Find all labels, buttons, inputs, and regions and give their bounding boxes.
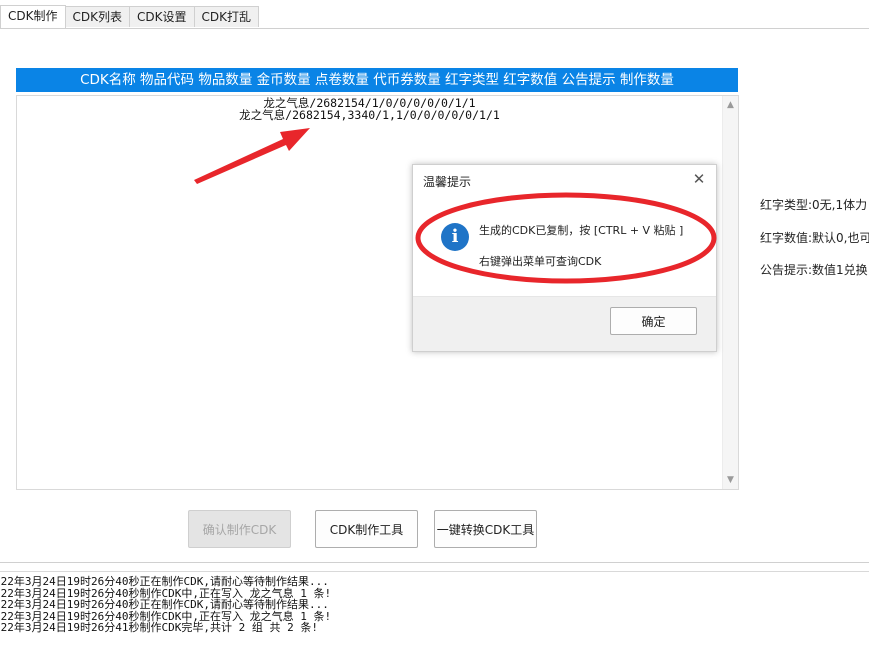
vertical-scrollbar[interactable]: ▲ ▼ (722, 96, 738, 489)
tab-cdk-make[interactable]: CDK制作 (0, 5, 66, 28)
scroll-up-icon[interactable]: ▲ (723, 98, 738, 112)
cdk-make-tool-button[interactable]: CDK制作工具 (315, 510, 418, 548)
log-line: 022年3月24日19时26分40秒正在制作CDK,请耐心等待制作结果... (0, 598, 329, 611)
log-line: 022年3月24日19时26分40秒正在制作CDK,请耐心等待制作结果... (0, 575, 329, 588)
red-arrow-annotation (194, 128, 310, 184)
dialog-footer: 确定 (413, 296, 716, 351)
dialog-message-copied: 生成的CDK已复制，按 [CTRL + V 粘贴 ] (479, 224, 684, 237)
dialog-message-right-click: 右键弹出菜单可查询CDK (479, 255, 602, 268)
log-panel[interactable]: 022年3月24日19时26分40秒正在制作CDK,请耐心等待制作结果... 0… (0, 571, 869, 653)
side-note-announcement: 公告提示:数值1兑换 (760, 263, 868, 277)
side-note-red-value: 红字数值:默认0,也可 (760, 231, 869, 245)
log-line: 022年3月24日19时26分41秒制作CDK完毕,共计 2 组 共 2 条! (0, 621, 318, 634)
tab-cdk-list[interactable]: CDK列表 (64, 6, 130, 27)
dialog-ok-button[interactable]: 确定 (610, 307, 697, 335)
info-dialog: 温馨提示 ✕ i 生成的CDK已复制，按 [CTRL + V 粘贴 ] 右键弹出… (412, 164, 717, 352)
textarea-line: 龙之气息/2682154,3340/1,1/0/0/0/0/0/1/1 (239, 108, 500, 122)
column-header-strip: CDK名称 物品代码 物品数量 金币数量 点卷数量 代币券数量 红字类型 红字数… (16, 68, 738, 92)
dialog-body: i 生成的CDK已复制，按 [CTRL + V 粘贴 ] 右键弹出菜单可查询CD… (413, 197, 716, 297)
confirm-make-cdk-button[interactable]: 确认制作CDK (188, 510, 291, 548)
tab-cdk-settings[interactable]: CDK设置 (129, 6, 195, 27)
red-arrow-shape (194, 128, 310, 184)
textarea-content: 龙之气息/2682154/1/0/0/0/0/0/1/1 龙之气息/2682154… (17, 97, 722, 121)
convert-cdk-tool-button[interactable]: 一键转换CDK工具 (434, 510, 537, 548)
dialog-title: 温馨提示 (423, 175, 472, 189)
tab-cdk-shuffle[interactable]: CDK打乱 (193, 6, 259, 27)
tab-bar: CDK制作 CDK列表 CDK设置 CDK打乱 (0, 5, 259, 28)
side-note-red-type: 红字类型:0无,1体力 (760, 198, 868, 212)
info-icon: i (441, 223, 469, 251)
scroll-down-icon[interactable]: ▼ (723, 473, 738, 487)
close-icon[interactable]: ✕ (692, 172, 706, 187)
